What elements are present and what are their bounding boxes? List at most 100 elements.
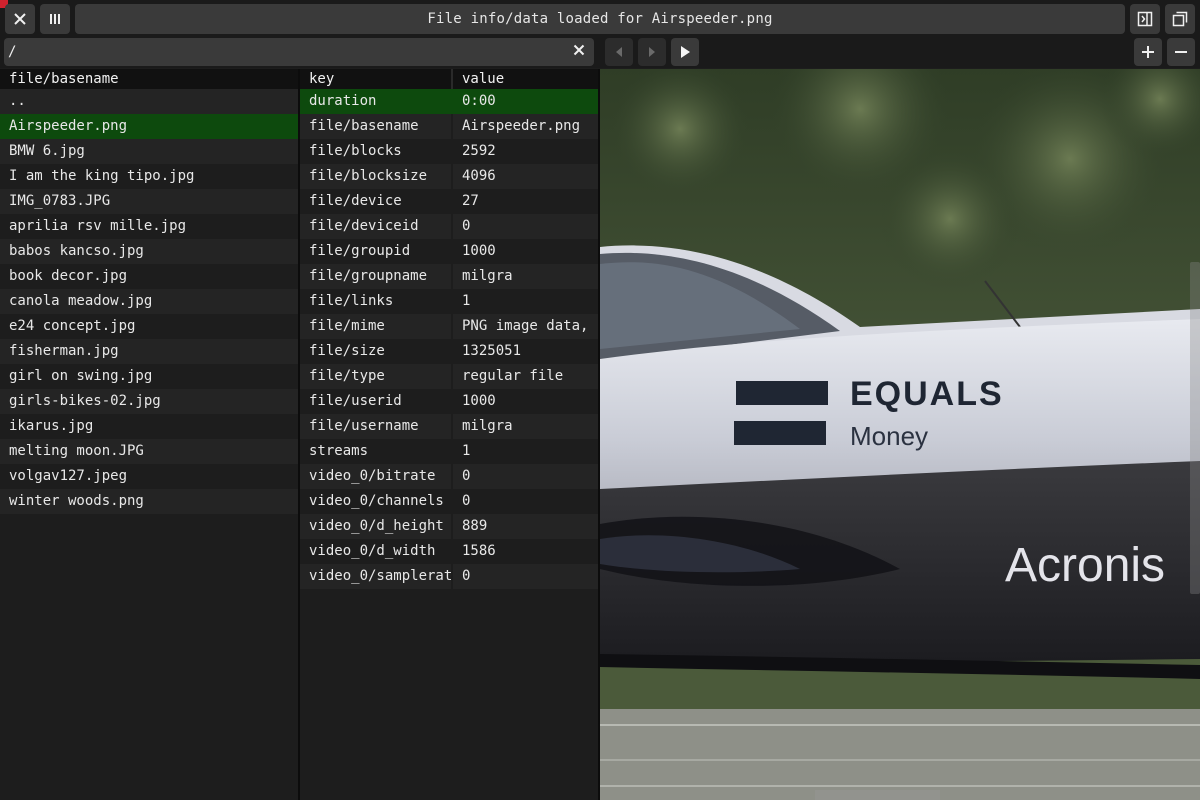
- info-row[interactable]: file/basename Airspeeder.png: [300, 114, 598, 139]
- file-list-item[interactable]: e24 concept.jpg: [0, 314, 298, 339]
- vertical-scrollbar[interactable]: [1190, 262, 1200, 594]
- info-value: 0: [451, 489, 598, 514]
- info-row[interactable]: video_0/d_height 889: [300, 514, 598, 539]
- top-bar: File info/data loaded for Airspeeder.png: [0, 0, 1200, 38]
- info-key: video_0/d_height: [309, 518, 444, 534]
- play-button[interactable]: [671, 38, 699, 66]
- info-row[interactable]: file/groupname milgra: [300, 264, 598, 289]
- preview-logo-top: EQUALS: [850, 375, 1004, 413]
- info-row[interactable]: file/size 1325051: [300, 339, 598, 364]
- columns-icon: [48, 12, 62, 26]
- info-value: 0: [451, 464, 598, 489]
- clear-icon: [573, 44, 585, 60]
- info-value: 1586: [451, 539, 598, 564]
- prev-icon: [614, 46, 624, 58]
- info-row[interactable]: file/device 27: [300, 189, 598, 214]
- plus-icon: [1141, 45, 1155, 59]
- horizontal-scrollbar[interactable]: [815, 790, 940, 800]
- file-list-item[interactable]: volgav127.jpeg: [0, 464, 298, 489]
- info-row[interactable]: video_0/samplerate 0: [300, 564, 598, 589]
- info-value: PNG image data, 1: [451, 314, 598, 339]
- info-row[interactable]: streams 1: [300, 439, 598, 464]
- info-value: 889: [451, 514, 598, 539]
- info-value: 0: [451, 564, 598, 589]
- info-row[interactable]: file/username milgra: [300, 414, 598, 439]
- prev-button[interactable]: [605, 38, 633, 66]
- file-list-item[interactable]: babos kancso.jpg: [0, 239, 298, 264]
- value-column-header[interactable]: value: [451, 69, 598, 89]
- file-list-item[interactable]: IMG_0783.JPG: [0, 189, 298, 214]
- file-list-item[interactable]: girls-bikes-02.jpg: [0, 389, 298, 414]
- sidebar-toggle-button[interactable]: [1130, 4, 1160, 34]
- preview-logo-bottom: Money: [850, 421, 928, 451]
- info-value: 4096: [451, 164, 598, 189]
- zoom-out-button[interactable]: [1167, 38, 1195, 66]
- file-list-header[interactable]: file/basename: [0, 69, 298, 89]
- info-row[interactable]: file/groupid 1000: [300, 239, 598, 264]
- info-row[interactable]: video_0/d_width 1586: [300, 539, 598, 564]
- info-value: milgra: [451, 264, 598, 289]
- info-key: file/groupname: [309, 268, 428, 284]
- file-list-item[interactable]: I am the king tipo.jpg: [0, 164, 298, 189]
- info-key: file/basename: [309, 118, 419, 134]
- file-list-item[interactable]: fisherman.jpg: [0, 339, 298, 364]
- info-row[interactable]: duration 0:00: [300, 89, 598, 114]
- info-value: 0:00: [451, 89, 598, 114]
- window-title: File info/data loaded for Airspeeder.png: [75, 4, 1125, 34]
- info-row[interactable]: file/mime PNG image data, 1: [300, 314, 598, 339]
- close-button[interactable]: [5, 4, 35, 34]
- info-key: file/groupid: [309, 243, 411, 259]
- info-row[interactable]: file/blocks 2592: [300, 139, 598, 164]
- info-row[interactable]: video_0/bitrate 0: [300, 464, 598, 489]
- info-row[interactable]: file/blocksize 4096: [300, 164, 598, 189]
- key-column-header[interactable]: key: [300, 69, 451, 89]
- file-list-item[interactable]: girl on swing.jpg: [0, 364, 298, 389]
- info-key: file/mime: [309, 318, 385, 334]
- info-value: 1000: [451, 389, 598, 414]
- close-icon: [13, 12, 27, 26]
- image-preview[interactable]: EQUALS Money Acronis: [600, 69, 1200, 800]
- clear-path-button[interactable]: [570, 43, 588, 61]
- zoom-in-button[interactable]: [1134, 38, 1162, 66]
- info-key: file/blocksize: [309, 168, 428, 184]
- info-key: file/type: [309, 368, 385, 384]
- columns-button[interactable]: [40, 4, 70, 34]
- file-list-item[interactable]: Airspeeder.png: [0, 114, 298, 139]
- fullscreen-button[interactable]: [1165, 4, 1195, 34]
- file-list-item[interactable]: ikarus.jpg: [0, 414, 298, 439]
- path-input[interactable]: [4, 38, 594, 66]
- file-list-item[interactable]: BMW 6.jpg: [0, 139, 298, 164]
- info-key: file/username: [309, 418, 419, 434]
- preview-image: EQUALS Money Acronis: [600, 69, 1200, 800]
- file-list-item[interactable]: canola meadow.jpg: [0, 289, 298, 314]
- next-button[interactable]: [638, 38, 666, 66]
- parent-directory-item[interactable]: ..: [0, 89, 298, 114]
- file-list-item[interactable]: aprilia rsv mille.jpg: [0, 214, 298, 239]
- info-value: Airspeeder.png: [451, 114, 598, 139]
- info-value: 1325051: [451, 339, 598, 364]
- file-list-item[interactable]: winter woods.png: [0, 489, 298, 514]
- info-value: 1000: [451, 239, 598, 264]
- minus-icon: [1174, 45, 1188, 59]
- play-icon: [679, 45, 691, 59]
- info-row[interactable]: file/deviceid 0: [300, 214, 598, 239]
- info-key: video_0/d_width: [309, 543, 436, 559]
- fullscreen-icon: [1172, 11, 1188, 27]
- info-key: duration: [309, 93, 377, 109]
- info-key: file/device: [309, 193, 402, 209]
- info-row[interactable]: file/type regular file: [300, 364, 598, 389]
- info-row[interactable]: video_0/channels 0: [300, 489, 598, 514]
- info-row[interactable]: file/links 1: [300, 289, 598, 314]
- info-value: 1: [451, 289, 598, 314]
- info-value: 1: [451, 439, 598, 464]
- file-list-item[interactable]: melting moon.JPG: [0, 439, 298, 464]
- info-row[interactable]: file/userid 1000: [300, 389, 598, 414]
- info-key: video_0/channels: [309, 493, 444, 509]
- file-info-panel: key value duration 0:00 file/basename Airsp…: [300, 69, 598, 800]
- info-key: file/size: [309, 343, 385, 359]
- file-list-item[interactable]: book decor.jpg: [0, 264, 298, 289]
- info-key: file/links: [309, 293, 394, 309]
- info-key: streams: [309, 443, 369, 459]
- info-value: regular file: [451, 364, 598, 389]
- info-value: 2592: [451, 139, 598, 164]
